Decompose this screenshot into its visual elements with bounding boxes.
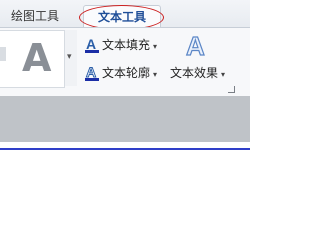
text-effects-label: 文本效果 xyxy=(170,66,219,80)
text-fill-color-bar xyxy=(85,50,99,53)
text-outline-icon: A xyxy=(85,63,99,81)
text-outline-button[interactable]: A 文本轮廓 ▾ xyxy=(85,63,157,83)
gallery-style-sample[interactable]: A xyxy=(22,37,51,79)
document-page[interactable] xyxy=(0,150,250,250)
text-outline-label: 文本轮廓 xyxy=(102,66,151,80)
text-effects-button[interactable]: 文本效果 ▾ xyxy=(170,63,225,83)
text-style-gallery[interactable]: A xyxy=(0,30,65,88)
workspace-background xyxy=(0,96,250,142)
ribbon-tab-bar: 绘图工具 文本工具 xyxy=(0,0,250,30)
text-outline-color-bar xyxy=(85,78,99,81)
chevron-down-icon[interactable]: ▾ xyxy=(153,70,157,79)
text-fill-label: 文本填充 xyxy=(102,38,151,52)
gallery-scroll[interactable]: ▾ xyxy=(65,30,77,86)
dialog-launcher-icon[interactable] xyxy=(228,86,235,93)
text-effects-icon[interactable]: A xyxy=(185,31,205,60)
text-fill-icon: A xyxy=(85,35,99,53)
gallery-prev-item xyxy=(0,47,6,61)
chevron-down-icon[interactable]: ▾ xyxy=(153,42,157,51)
chevron-down-icon[interactable]: ▾ xyxy=(221,70,225,79)
tab-drawing-tools[interactable]: 绘图工具 xyxy=(5,6,65,26)
text-fill-button[interactable]: A 文本填充 ▾ xyxy=(85,35,157,55)
gallery-more-icon[interactable]: ▾ xyxy=(67,52,72,62)
